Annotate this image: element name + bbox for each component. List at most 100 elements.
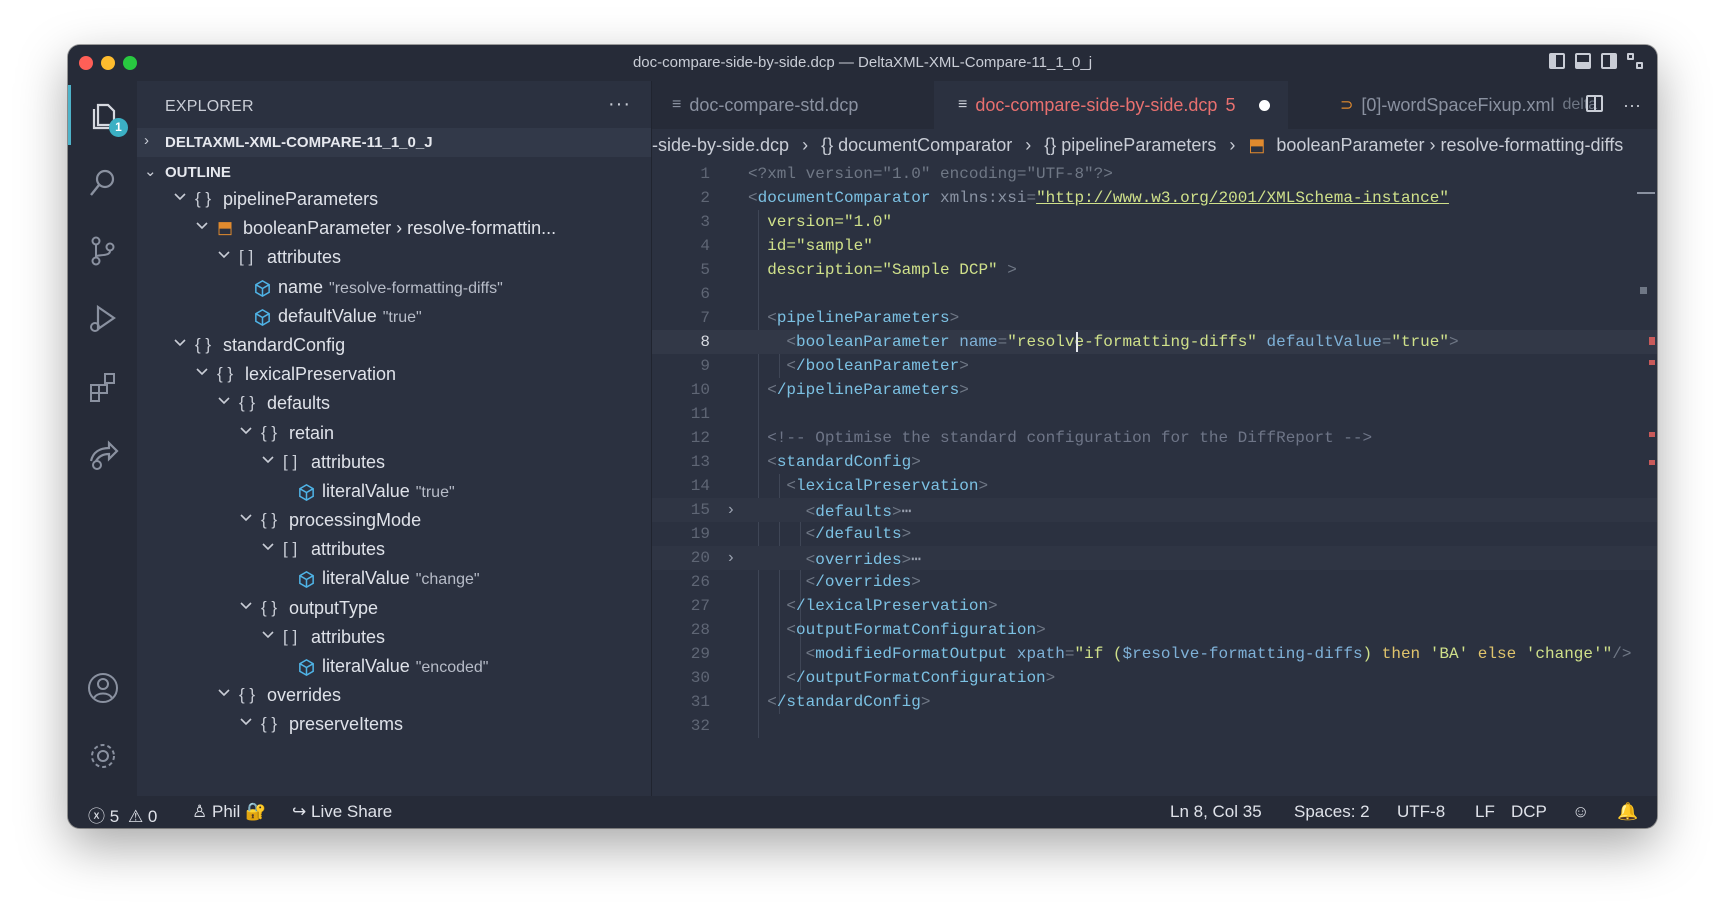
outline-item[interactable]: { }retain: [137, 419, 651, 448]
cursor-position-status[interactable]: Ln 8, Col 35: [1170, 802, 1262, 822]
sidebar-more-actions-button[interactable]: ···: [608, 93, 631, 116]
outline-item-value: "resolve-formatting-diffs": [329, 280, 503, 297]
breadcrumb-boolean-parameter[interactable]: booleanParameter › resolve-formatting-di…: [1276, 135, 1623, 156]
code-line: </standardConfig>: [748, 693, 930, 711]
outline-item[interactable]: { }defaults: [137, 389, 651, 418]
tab-wordspacefixup[interactable]: ⊃ [0]-wordSpaceFixup.xml delta: [1340, 81, 1597, 129]
run-debug-activity[interactable]: [68, 289, 137, 349]
source-control-activity[interactable]: [68, 221, 137, 281]
breadcrumb-document-comparator[interactable]: {} documentComparator: [821, 135, 1012, 156]
chevron-down-icon[interactable]: [239, 714, 253, 728]
chevron-down-icon[interactable]: [239, 423, 253, 437]
explorer-activity[interactable]: 1: [68, 85, 137, 145]
outline-item[interactable]: [ ]attributes: [137, 535, 651, 564]
outline-item-label: outputType: [289, 598, 378, 619]
chevron-down-icon[interactable]: [261, 627, 275, 641]
outline-item[interactable]: { }preserveItems: [137, 710, 651, 739]
outline-item[interactable]: { }lexicalPreservation: [137, 360, 651, 389]
error-circle-icon: ⓧ: [88, 807, 105, 826]
code-editor[interactable]: 1<?xml version="1.0" encoding="UTF-8"?> …: [652, 162, 1657, 796]
lock-icon: 🔐: [245, 802, 266, 821]
chevron-down-icon[interactable]: [217, 247, 231, 261]
error-marker: [1649, 432, 1655, 437]
breadcrumb-pipeline-parameters[interactable]: {} pipelineParameters: [1044, 135, 1216, 156]
eol-status[interactable]: LF: [1475, 802, 1495, 822]
workspace-folder-section[interactable]: › DELTAXML-XML-COMPARE-11_1_0_J: [137, 128, 651, 157]
notifications-bell-icon[interactable]: 🔔: [1617, 802, 1638, 822]
live-share-activity[interactable]: [68, 425, 137, 485]
customize-layout-icon[interactable]: [1627, 53, 1643, 69]
outline-item[interactable]: literalValue"change": [137, 564, 651, 593]
code-line: </booleanParameter>: [748, 357, 969, 375]
fold-chevron-icon[interactable]: ›: [726, 549, 736, 567]
outline-item[interactable]: [ ]attributes: [137, 448, 651, 477]
manage-activity[interactable]: [68, 726, 137, 786]
live-share-icon: ↪: [292, 802, 306, 821]
editor-more-actions-icon[interactable]: ···: [1623, 95, 1641, 116]
object-icon: { }: [261, 714, 277, 734]
live-share-status[interactable]: ↪ Live Share: [292, 802, 392, 822]
encoding-status[interactable]: UTF-8: [1397, 802, 1445, 822]
outline-item-label: literalValue"true": [322, 481, 455, 502]
code-line: description="Sample DCP" >: [748, 261, 1017, 279]
outline-item-label: literalValue"encoded": [322, 656, 488, 677]
accounts-activity[interactable]: [68, 658, 137, 718]
chevron-down-icon[interactable]: [239, 510, 253, 524]
fold-chevron-icon[interactable]: ›: [726, 501, 736, 519]
chevron-down-icon[interactable]: [239, 598, 253, 612]
outline-item[interactable]: name"resolve-formatting-diffs": [137, 273, 651, 302]
outline-item[interactable]: [ ]attributes: [137, 623, 651, 652]
search-activity[interactable]: [68, 153, 137, 213]
object-icon: { }: [261, 598, 277, 618]
chevron-down-icon[interactable]: [217, 393, 231, 407]
outline-item-label: processingMode: [289, 510, 421, 531]
breadcrumb-file[interactable]: -side-by-side.dcp: [652, 135, 789, 156]
account-status[interactable]: ♙ Phil 🔐: [192, 802, 266, 822]
error-marker: [1649, 460, 1655, 465]
outline-item[interactable]: { }overrides: [137, 681, 651, 710]
split-editor-icon[interactable]: [1586, 95, 1603, 112]
current-line: 8 <booleanParameter name="resolve-format…: [652, 330, 1657, 354]
outline-item-label: name"resolve-formatting-diffs": [278, 277, 503, 298]
code-line: </pipelineParameters>: [748, 381, 969, 399]
feedback-icon[interactable]: ☺: [1572, 802, 1589, 822]
tab-doc-compare-side-by-side[interactable]: ≡ doc-compare-side-by-side.dcp 5: [934, 81, 1288, 129]
outline-section[interactable]: ⌄ OUTLINE: [137, 158, 651, 187]
outline-item[interactable]: [ ]attributes: [137, 243, 651, 272]
outline-item[interactable]: { }pipelineParameters: [137, 185, 651, 214]
chevron-down-icon[interactable]: [261, 452, 275, 466]
minimap-slider[interactable]: [1637, 192, 1655, 194]
chevron-down-icon[interactable]: [261, 539, 275, 553]
outline-item[interactable]: literalValue"true": [137, 477, 651, 506]
outline-item-value: "encoded": [416, 659, 489, 676]
chevron-down-icon[interactable]: [195, 218, 209, 232]
language-mode-status[interactable]: DCP: [1511, 802, 1547, 822]
outline-item[interactable]: { } outputType: [137, 594, 651, 623]
outline-item[interactable]: defaultValue"true": [137, 302, 651, 331]
tab-doc-compare-std[interactable]: ≡ doc-compare-std.dcp: [672, 81, 858, 129]
chevron-down-icon[interactable]: [195, 364, 209, 378]
parameter-icon: ⬒: [1248, 135, 1265, 156]
outline-item[interactable]: ⬒booleanParameter › resolve-formattin...: [137, 214, 651, 243]
toggle-primary-sidebar-icon[interactable]: [1549, 53, 1565, 69]
object-icon: { }: [261, 423, 277, 443]
extensions-activity[interactable]: [68, 357, 137, 417]
breadcrumb-separator-icon: ›: [1229, 135, 1235, 156]
unsaved-dot-icon[interactable]: [1259, 100, 1270, 111]
problems-status[interactable]: ⓧ 5 ⚠ 0: [88, 802, 157, 827]
outline-item-label: attributes: [311, 452, 385, 473]
live-share-icon: [85, 437, 121, 473]
toggle-panel-icon[interactable]: [1575, 53, 1591, 69]
outline-item[interactable]: { }standardConfig: [137, 331, 651, 360]
outline-item[interactable]: { }processingMode: [137, 506, 651, 535]
toggle-secondary-sidebar-icon[interactable]: [1601, 53, 1617, 69]
code-line: <?xml version="1.0" encoding="UTF-8"?>: [748, 165, 1113, 183]
chevron-down-icon[interactable]: [217, 685, 231, 699]
chevron-down-icon[interactable]: [173, 335, 187, 349]
object-icon: { }: [217, 364, 233, 384]
outline-item[interactable]: literalValue"encoded": [137, 652, 651, 681]
error-marker: [1649, 337, 1655, 345]
code-line: <defaults>⋯: [748, 501, 911, 521]
chevron-down-icon[interactable]: [173, 189, 187, 203]
indentation-status[interactable]: Spaces: 2: [1294, 802, 1370, 822]
